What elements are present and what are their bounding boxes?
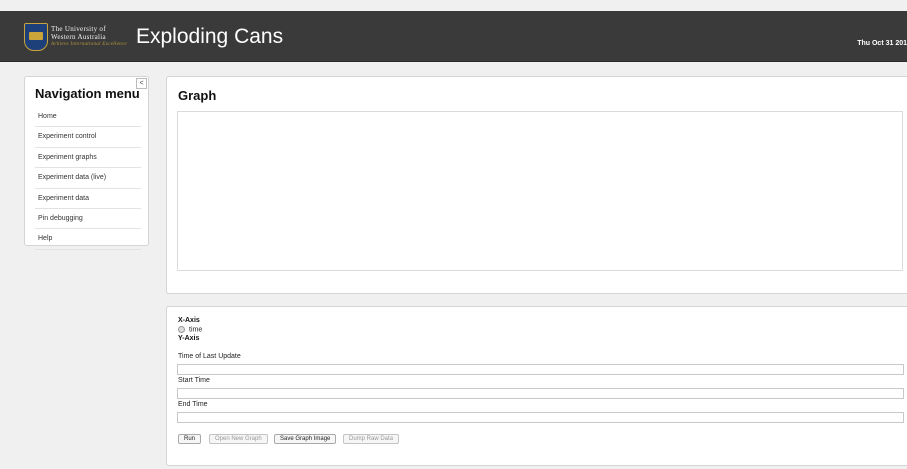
- run-button[interactable]: Run: [178, 434, 202, 444]
- start-time-label: Start Time: [178, 377, 210, 384]
- university-motto: Achieve International Excellence: [51, 42, 127, 47]
- nav-item-pin-debugging[interactable]: Pin debugging: [35, 209, 141, 230]
- university-line1: The University of: [51, 25, 106, 33]
- nav-item-experiment-data-live[interactable]: Experiment data (live): [35, 168, 141, 189]
- university-line2: Western Australia: [51, 33, 106, 41]
- graph-panel: Graph: [166, 76, 907, 294]
- nav-item-experiment-data[interactable]: Experiment data: [35, 189, 141, 209]
- end-time-field[interactable]: [177, 412, 904, 423]
- last-update-field[interactable]: [177, 364, 904, 375]
- start-time-field[interactable]: [177, 388, 904, 399]
- app-header: The University of Western Australia Achi…: [0, 11, 907, 62]
- nav-item-experiment-control[interactable]: Experiment control: [35, 127, 141, 148]
- university-logo-text: The University of Western Australia Achi…: [51, 25, 131, 48]
- open-new-graph-button[interactable]: Open New Graph: [209, 434, 268, 444]
- current-date: Thu Oct 31 201: [857, 40, 907, 47]
- x-axis-option-time[interactable]: time: [178, 326, 202, 333]
- university-crest-icon: [24, 23, 48, 51]
- x-axis-label: X-Axis: [178, 317, 200, 324]
- nav-item-home[interactable]: Home: [35, 107, 141, 128]
- graph-controls-panel: X-Axis time Y-Axis Time of Last Update S…: [166, 306, 907, 466]
- end-time-label: End Time: [178, 401, 208, 408]
- save-graph-image-button[interactable]: Save Graph Image: [274, 434, 337, 444]
- dump-raw-data-button[interactable]: Dump Raw Data: [343, 434, 400, 444]
- app-title: Exploding Cans: [136, 25, 284, 48]
- nav-item-help[interactable]: Help: [35, 229, 141, 250]
- radio-button-icon[interactable]: [178, 326, 185, 333]
- x-axis-option-label: time: [189, 326, 203, 334]
- nav-item-experiment-graphs[interactable]: Experiment graphs: [35, 148, 141, 169]
- last-update-label: Time of Last Update: [178, 353, 241, 360]
- navigation-menu-panel: Navigation menu Home Experiment control …: [24, 76, 149, 250]
- y-axis-label: Y-Axis: [178, 335, 200, 342]
- graph-title: Graph: [178, 88, 217, 103]
- navigation-menu-list: Home Experiment control Experiment graph…: [35, 107, 141, 250]
- graph-canvas[interactable]: [177, 111, 903, 271]
- collapse-nav-button[interactable]: <: [136, 78, 147, 89]
- navigation-menu-title: Navigation menu: [35, 86, 140, 101]
